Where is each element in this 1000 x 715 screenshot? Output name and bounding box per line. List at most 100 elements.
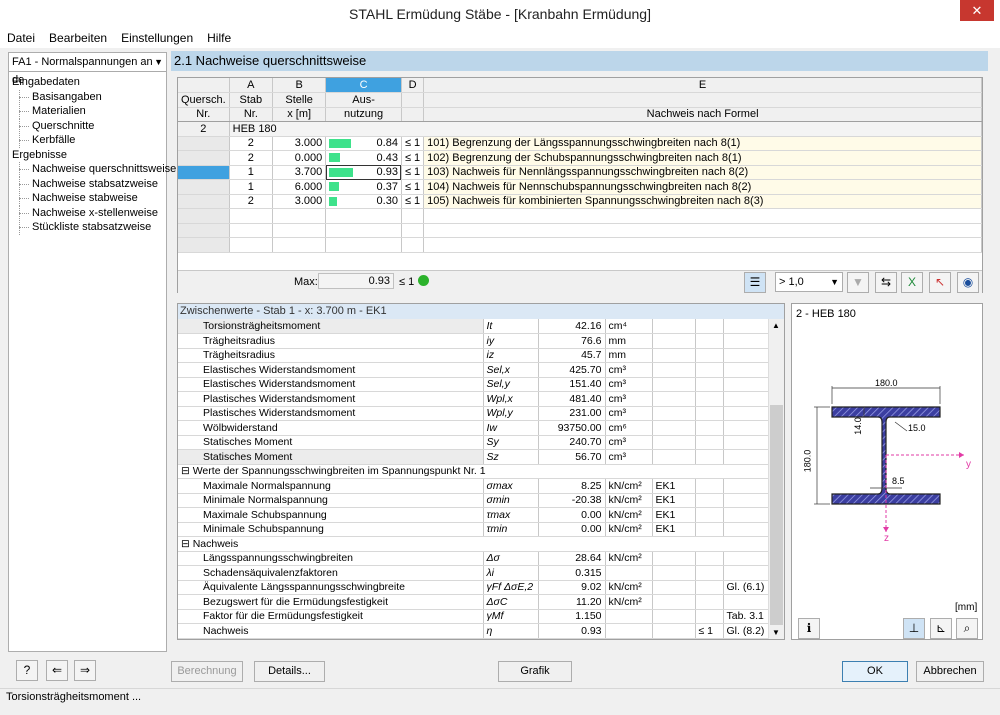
table-row[interactable]: 2 3.000 0.84 ≤ 1 101) Begrenzung der Län… <box>178 136 982 151</box>
tree-item[interactable]: Nachweise x-stellenweise <box>12 205 165 220</box>
graphic-button[interactable]: Grafik <box>498 661 572 682</box>
cell-stab[interactable]: 1 <box>229 165 274 180</box>
help-icon[interactable]: ? <box>16 660 38 681</box>
tree-item[interactable]: Nachweise stabweise <box>12 191 165 206</box>
cell-stab[interactable]: 1 <box>229 179 274 195</box>
row-header[interactable] <box>178 179 230 195</box>
cell-stab[interactable]: 2 <box>229 136 274 151</box>
row-header[interactable] <box>178 165 230 180</box>
row-value: 76.6 <box>538 333 606 349</box>
menu-einstellungen[interactable]: Einstellungen <box>114 31 200 45</box>
cell-stab[interactable]: 2 <box>229 194 274 209</box>
row-header[interactable] <box>178 136 230 151</box>
cell-formula[interactable]: 102) Begrenzung der Schubspannungsschwin… <box>423 150 982 166</box>
utilization-bar <box>329 153 341 163</box>
cell-ausnutzung[interactable]: 0.30 <box>325 194 402 209</box>
row-value: 0.00 <box>538 507 606 523</box>
tree-item[interactable]: Materialien <box>12 104 165 119</box>
cell-ausnutzung[interactable]: 0.43 <box>325 150 402 166</box>
table-row[interactable]: 2 3.000 0.30 ≤ 1 105) Nachweis für kombi… <box>178 194 982 209</box>
row-name: Nachweis <box>178 623 484 639</box>
view-icon[interactable]: ◉ <box>957 272 979 293</box>
row-ek <box>652 551 696 566</box>
row-ek <box>652 609 696 624</box>
row-unit: cm³ <box>605 406 653 421</box>
row-ek: EK1 <box>652 493 696 508</box>
menu-bar: Datei Bearbeiten Einstellungen Hilfe <box>0 30 1000 48</box>
table-row[interactable]: 2 0.000 0.43 ≤ 1 102) Begrenzung der Sch… <box>178 150 982 166</box>
cell-stab[interactable]: 2 <box>229 150 274 166</box>
vertical-scrollbar[interactable]: ▲ ▼ <box>768 319 784 639</box>
row-symbol: λi <box>483 565 539 581</box>
empty-row <box>178 208 982 224</box>
tree-item[interactable]: Basisangaben <box>12 89 165 104</box>
table-row[interactable]: 1 6.000 0.37 ≤ 1 104) Nachweis für Nenns… <box>178 179 982 195</box>
page-title: 2.1 Nachweise querschnittsweise <box>171 51 988 71</box>
cell-formula[interactable]: 105) Nachweis für kombinierten Spannungs… <box>423 194 982 209</box>
row-value: 28.64 <box>538 551 606 566</box>
results-table: A B C D E Quersch. Stab Stelle Aus- Nr. … <box>177 77 983 293</box>
tree-item[interactable]: Eingabedaten <box>12 75 165 90</box>
scrollbar-thumb[interactable] <box>770 405 783 625</box>
cell-ausnutzung[interactable]: 0.84 <box>325 136 402 151</box>
row-header[interactable] <box>178 194 230 209</box>
dimensions-icon[interactable]: ⊾ <box>930 618 952 639</box>
row-symbol: τmax <box>483 507 539 523</box>
row-ek <box>652 435 696 450</box>
row-unit: mm <box>605 333 653 349</box>
menu-hilfe[interactable]: Hilfe <box>200 31 238 45</box>
relation-icon[interactable]: ⇆ <box>875 272 897 293</box>
cell-ausnutzung[interactable]: 0.37 <box>325 179 402 195</box>
tree-item[interactable]: Nachweise querschnittsweise <box>12 162 176 177</box>
row-ek: EK1 <box>652 522 696 537</box>
tree-item[interactable]: Ergebnisse <box>12 148 165 163</box>
select-icon[interactable]: ↖ <box>929 272 951 293</box>
cross-section-title: 2 - HEB 180 <box>796 308 856 320</box>
filter-icon[interactable]: ▼ <box>847 272 869 293</box>
row-ref <box>723 391 769 407</box>
row-ref <box>723 478 769 494</box>
cancel-button[interactable]: Abbrechen <box>916 661 984 682</box>
cell-x[interactable]: 3.700 <box>272 165 327 180</box>
zoom-icon[interactable]: ⌕ <box>956 618 978 639</box>
cell-formula[interactable]: 104) Nachweis für Nennschubspannungsschw… <box>423 179 982 195</box>
close-window-button[interactable]: ✕ <box>960 0 994 21</box>
tree-item[interactable]: Kerbfälle <box>12 133 165 148</box>
cell-x[interactable]: 3.000 <box>272 136 327 151</box>
group-label[interactable]: ⊟ Nachweis <box>178 536 769 552</box>
cell-x[interactable]: 3.000 <box>272 194 327 209</box>
max-value: 0.93 <box>318 273 394 289</box>
details-button[interactable]: Details... <box>254 661 325 682</box>
cell-x[interactable]: 6.000 <box>272 179 327 195</box>
cell-ausnutzung[interactable]: 0.93 <box>325 165 402 180</box>
value-row: Elastisches Widerstandsmoment Sel,y 151.… <box>178 377 769 392</box>
group-label[interactable]: ⊟ Werte der Spannungsschwingbreiten im S… <box>178 464 769 479</box>
tree-item[interactable]: Querschnitte <box>12 118 165 133</box>
filter-select[interactable]: > 1,0 ▼ <box>775 272 843 292</box>
utilization-value: 0.30 <box>376 195 398 208</box>
value-row: Plastisches Widerstandsmoment Wpl,x 481.… <box>178 391 769 407</box>
calc-button[interactable]: Berechnung <box>171 661 243 682</box>
table-row[interactable]: 1 3.700 0.93 ≤ 1 103) Nachweis für Nennl… <box>178 165 982 180</box>
import-icon[interactable]: ⇐ <box>46 660 68 681</box>
table-view-icon[interactable]: ☰ <box>744 272 766 293</box>
cell-formula[interactable]: 101) Begrenzung der Längsspannungsschwin… <box>423 136 982 151</box>
case-select[interactable]: FA1 - Normalspannungen an de ▼ <box>9 53 166 86</box>
ok-button[interactable]: OK <box>842 661 908 682</box>
info-icon[interactable]: ℹ <box>798 618 820 639</box>
scroll-down-icon[interactable]: ▼ <box>772 628 780 637</box>
menu-bearbeiten[interactable]: Bearbeiten <box>42 31 114 45</box>
stress-points-icon[interactable]: ⊥ <box>903 618 925 639</box>
cell-formula[interactable]: 103) Nachweis für Nennlängsspannungsschw… <box>423 165 982 180</box>
row-name: Plastisches Widerstandsmoment <box>178 406 484 421</box>
scroll-up-icon[interactable]: ▲ <box>772 321 780 330</box>
row-unit: kN/cm² <box>605 507 653 523</box>
dim-width: 180.0 <box>875 378 898 388</box>
tree-item[interactable]: Stückliste stabsatzweise <box>12 220 165 235</box>
menu-datei[interactable]: Datei <box>0 31 42 45</box>
tree-item[interactable]: Nachweise stabsatzweise <box>12 176 165 191</box>
export-icon[interactable]: ⇒ <box>74 660 96 681</box>
row-header[interactable] <box>178 150 230 166</box>
excel-export-icon[interactable]: X <box>901 272 923 293</box>
cell-x[interactable]: 0.000 <box>272 150 327 166</box>
